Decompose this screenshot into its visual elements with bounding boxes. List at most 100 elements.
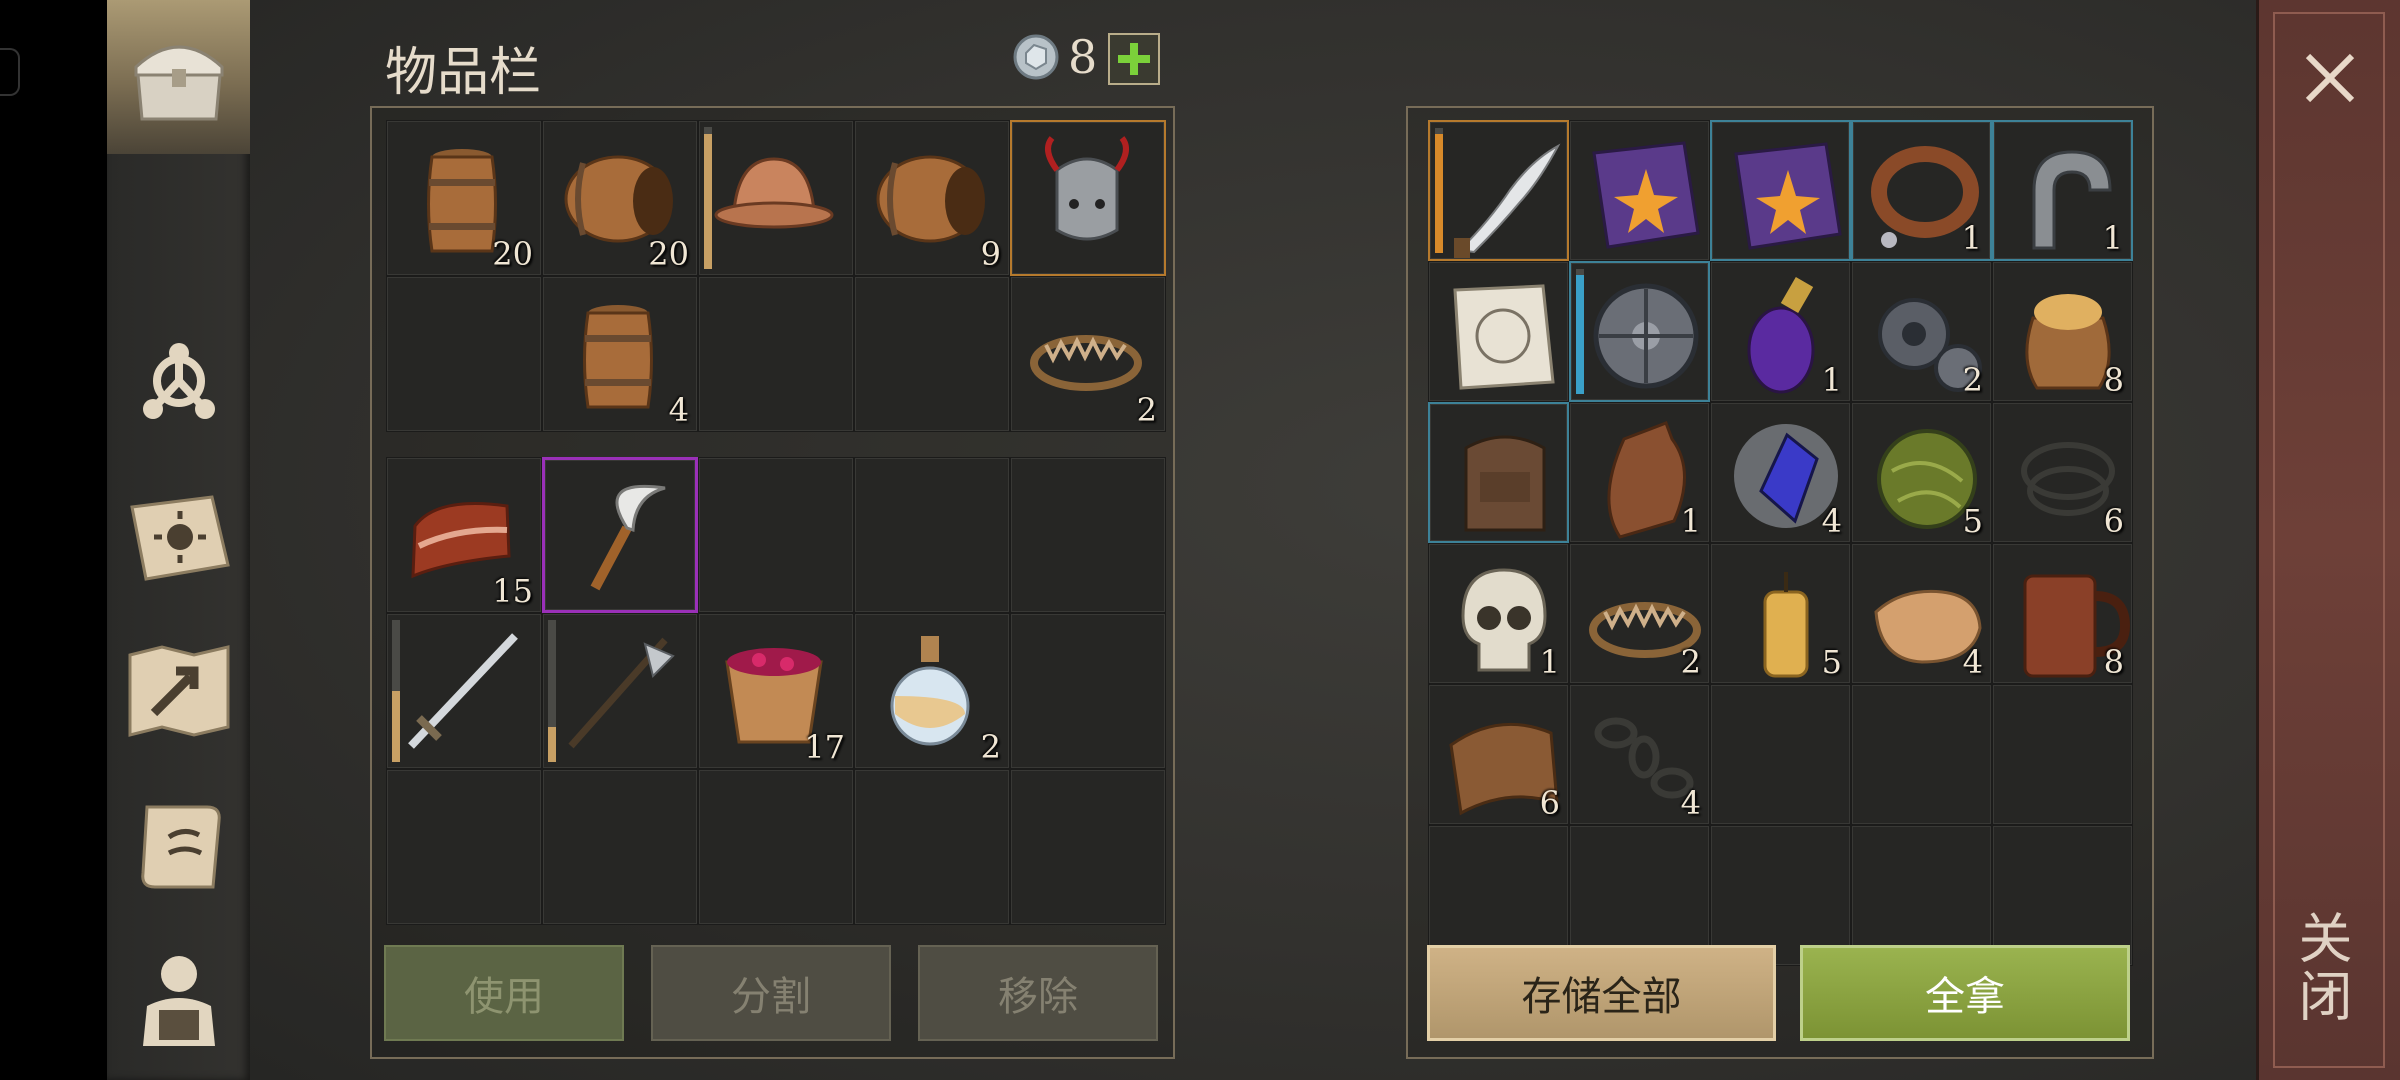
storage-slot[interactable]: 1 [1851, 120, 1992, 261]
storage-slot[interactable] [1569, 261, 1710, 402]
add-currency-button[interactable] [1108, 33, 1160, 85]
item-quantity: 6 [1539, 784, 1560, 822]
inventory-slot[interactable] [542, 613, 698, 769]
storage-slot[interactable]: 4 [1851, 543, 1992, 684]
currency-display: 8 [1012, 30, 1097, 84]
item-quantity: 9 [980, 235, 1001, 273]
item-quantity: 2 [1962, 361, 1983, 399]
inventory-slot[interactable] [854, 276, 1010, 432]
inventory-slot[interactable] [542, 769, 698, 925]
inventory-slot[interactable] [386, 613, 542, 769]
currency-count: 8 [1068, 30, 1098, 84]
inventory-slot[interactable]: 17 [698, 613, 854, 769]
page-title: 物品栏 [385, 43, 542, 103]
inventory-slot[interactable] [386, 769, 542, 925]
storage-slot[interactable] [1428, 120, 1569, 261]
quests-scroll-icon[interactable] [120, 788, 238, 906]
inventory-slot[interactable] [1010, 613, 1166, 769]
chest-icon[interactable] [120, 18, 238, 136]
take-all-button[interactable]: 全拿 [1800, 945, 2130, 1041]
plus-icon [1118, 43, 1150, 75]
inventory-slot[interactable]: 4 [542, 276, 698, 432]
item-quantity: 15 [492, 572, 533, 610]
map-icon[interactable] [120, 632, 238, 750]
item-quantity: 8 [2103, 643, 2124, 681]
inventory-slot[interactable] [542, 457, 698, 613]
storage-slot[interactable] [1851, 684, 1992, 825]
storage-slot[interactable] [1992, 684, 2133, 825]
inventory-slot[interactable] [854, 457, 1010, 613]
storage-slot[interactable]: 2 [1851, 261, 1992, 402]
inventory-slot[interactable] [698, 457, 854, 613]
storage-slot[interactable] [1710, 120, 1851, 261]
item-quantity: 1 [1680, 502, 1701, 540]
storage-slot[interactable]: 4 [1710, 402, 1851, 543]
remove-button[interactable]: 移除 [918, 945, 1158, 1041]
item-quantity: 8 [2103, 361, 2124, 399]
use-button[interactable]: 使用 [384, 945, 624, 1041]
storage-slot[interactable]: 1 [1710, 261, 1851, 402]
item-quantity: 5 [1962, 502, 1983, 540]
storage-slot[interactable]: 6 [1992, 402, 2133, 543]
inventory-slot[interactable]: 2 [854, 613, 1010, 769]
inventory-slot[interactable] [854, 769, 1010, 925]
item-quantity: 5 [1821, 643, 1842, 681]
storage-slot[interactable] [1569, 120, 1710, 261]
storage-grid: 1112814561254864 [1428, 120, 2133, 966]
inventory-slot[interactable] [1010, 769, 1166, 925]
inventory-slot[interactable]: 20 [542, 120, 698, 276]
storage-slot[interactable] [1428, 261, 1569, 402]
inventory-slot[interactable]: 20 [386, 120, 542, 276]
storage-slot[interactable] [1710, 684, 1851, 825]
inventory-slot[interactable] [698, 120, 854, 276]
inventory-grid-top: 20 20 9 4 2 [386, 120, 1166, 432]
skills-book-icon[interactable] [120, 478, 238, 596]
inventory-slot[interactable] [698, 276, 854, 432]
item-quantity: 20 [648, 235, 689, 273]
item-quantity: 20 [492, 235, 533, 273]
inventory-grid-bottom: 15 17 2 [386, 457, 1166, 925]
storage-slot[interactable]: 1 [1569, 402, 1710, 543]
crafting-icon[interactable] [120, 322, 238, 440]
camera-cutout [0, 48, 20, 96]
silver-coin-icon [1013, 34, 1059, 80]
storage-slot[interactable]: 8 [1992, 543, 2133, 684]
item-quantity: 17 [804, 728, 845, 766]
storage-slot[interactable] [1428, 402, 1569, 543]
inventory-slot[interactable]: 2 [1010, 276, 1166, 432]
storage-slot[interactable]: 4 [1569, 684, 1710, 825]
character-equipment-icon[interactable] [120, 942, 238, 1060]
storage-slot[interactable]: 2 [1569, 543, 1710, 684]
inventory-slot[interactable]: 9 [854, 120, 1010, 276]
item-quantity: 4 [1962, 643, 1983, 681]
durability-bar [548, 620, 556, 762]
inventory-slot[interactable] [698, 769, 854, 925]
inventory-slot[interactable] [1010, 120, 1166, 276]
inventory-slot[interactable] [1010, 457, 1166, 613]
inventory-slot[interactable]: 15 [386, 457, 542, 613]
item-quantity: 4 [668, 391, 689, 429]
inventory-slot[interactable] [386, 276, 542, 432]
item-quantity: 1 [1539, 643, 1560, 681]
item-quantity: 1 [2102, 219, 2123, 257]
durability-bar [704, 127, 712, 269]
close-icon[interactable] [2290, 38, 2370, 118]
storage-slot[interactable]: 8 [1992, 261, 2133, 402]
storage-slot[interactable]: 1 [1992, 120, 2133, 261]
item-quantity: 1 [1961, 219, 1982, 257]
storage-slot[interactable]: 6 [1428, 684, 1569, 825]
item-quantity: 4 [1680, 784, 1701, 822]
split-button[interactable]: 分割 [651, 945, 891, 1041]
store-all-button[interactable]: 存储全部 [1427, 945, 1776, 1041]
durability-bar [1435, 128, 1443, 253]
durability-bar [392, 620, 400, 762]
screen-edge [0, 0, 107, 1080]
item-quantity: 1 [1821, 361, 1842, 399]
item-quantity: 2 [1136, 391, 1157, 429]
close-label[interactable]: 关闭 [2289, 910, 2360, 1026]
storage-slot[interactable]: 5 [1851, 402, 1992, 543]
item-quantity: 2 [1680, 643, 1701, 681]
storage-slot[interactable]: 1 [1428, 543, 1569, 684]
item-quantity: 4 [1821, 502, 1842, 540]
storage-slot[interactable]: 5 [1710, 543, 1851, 684]
